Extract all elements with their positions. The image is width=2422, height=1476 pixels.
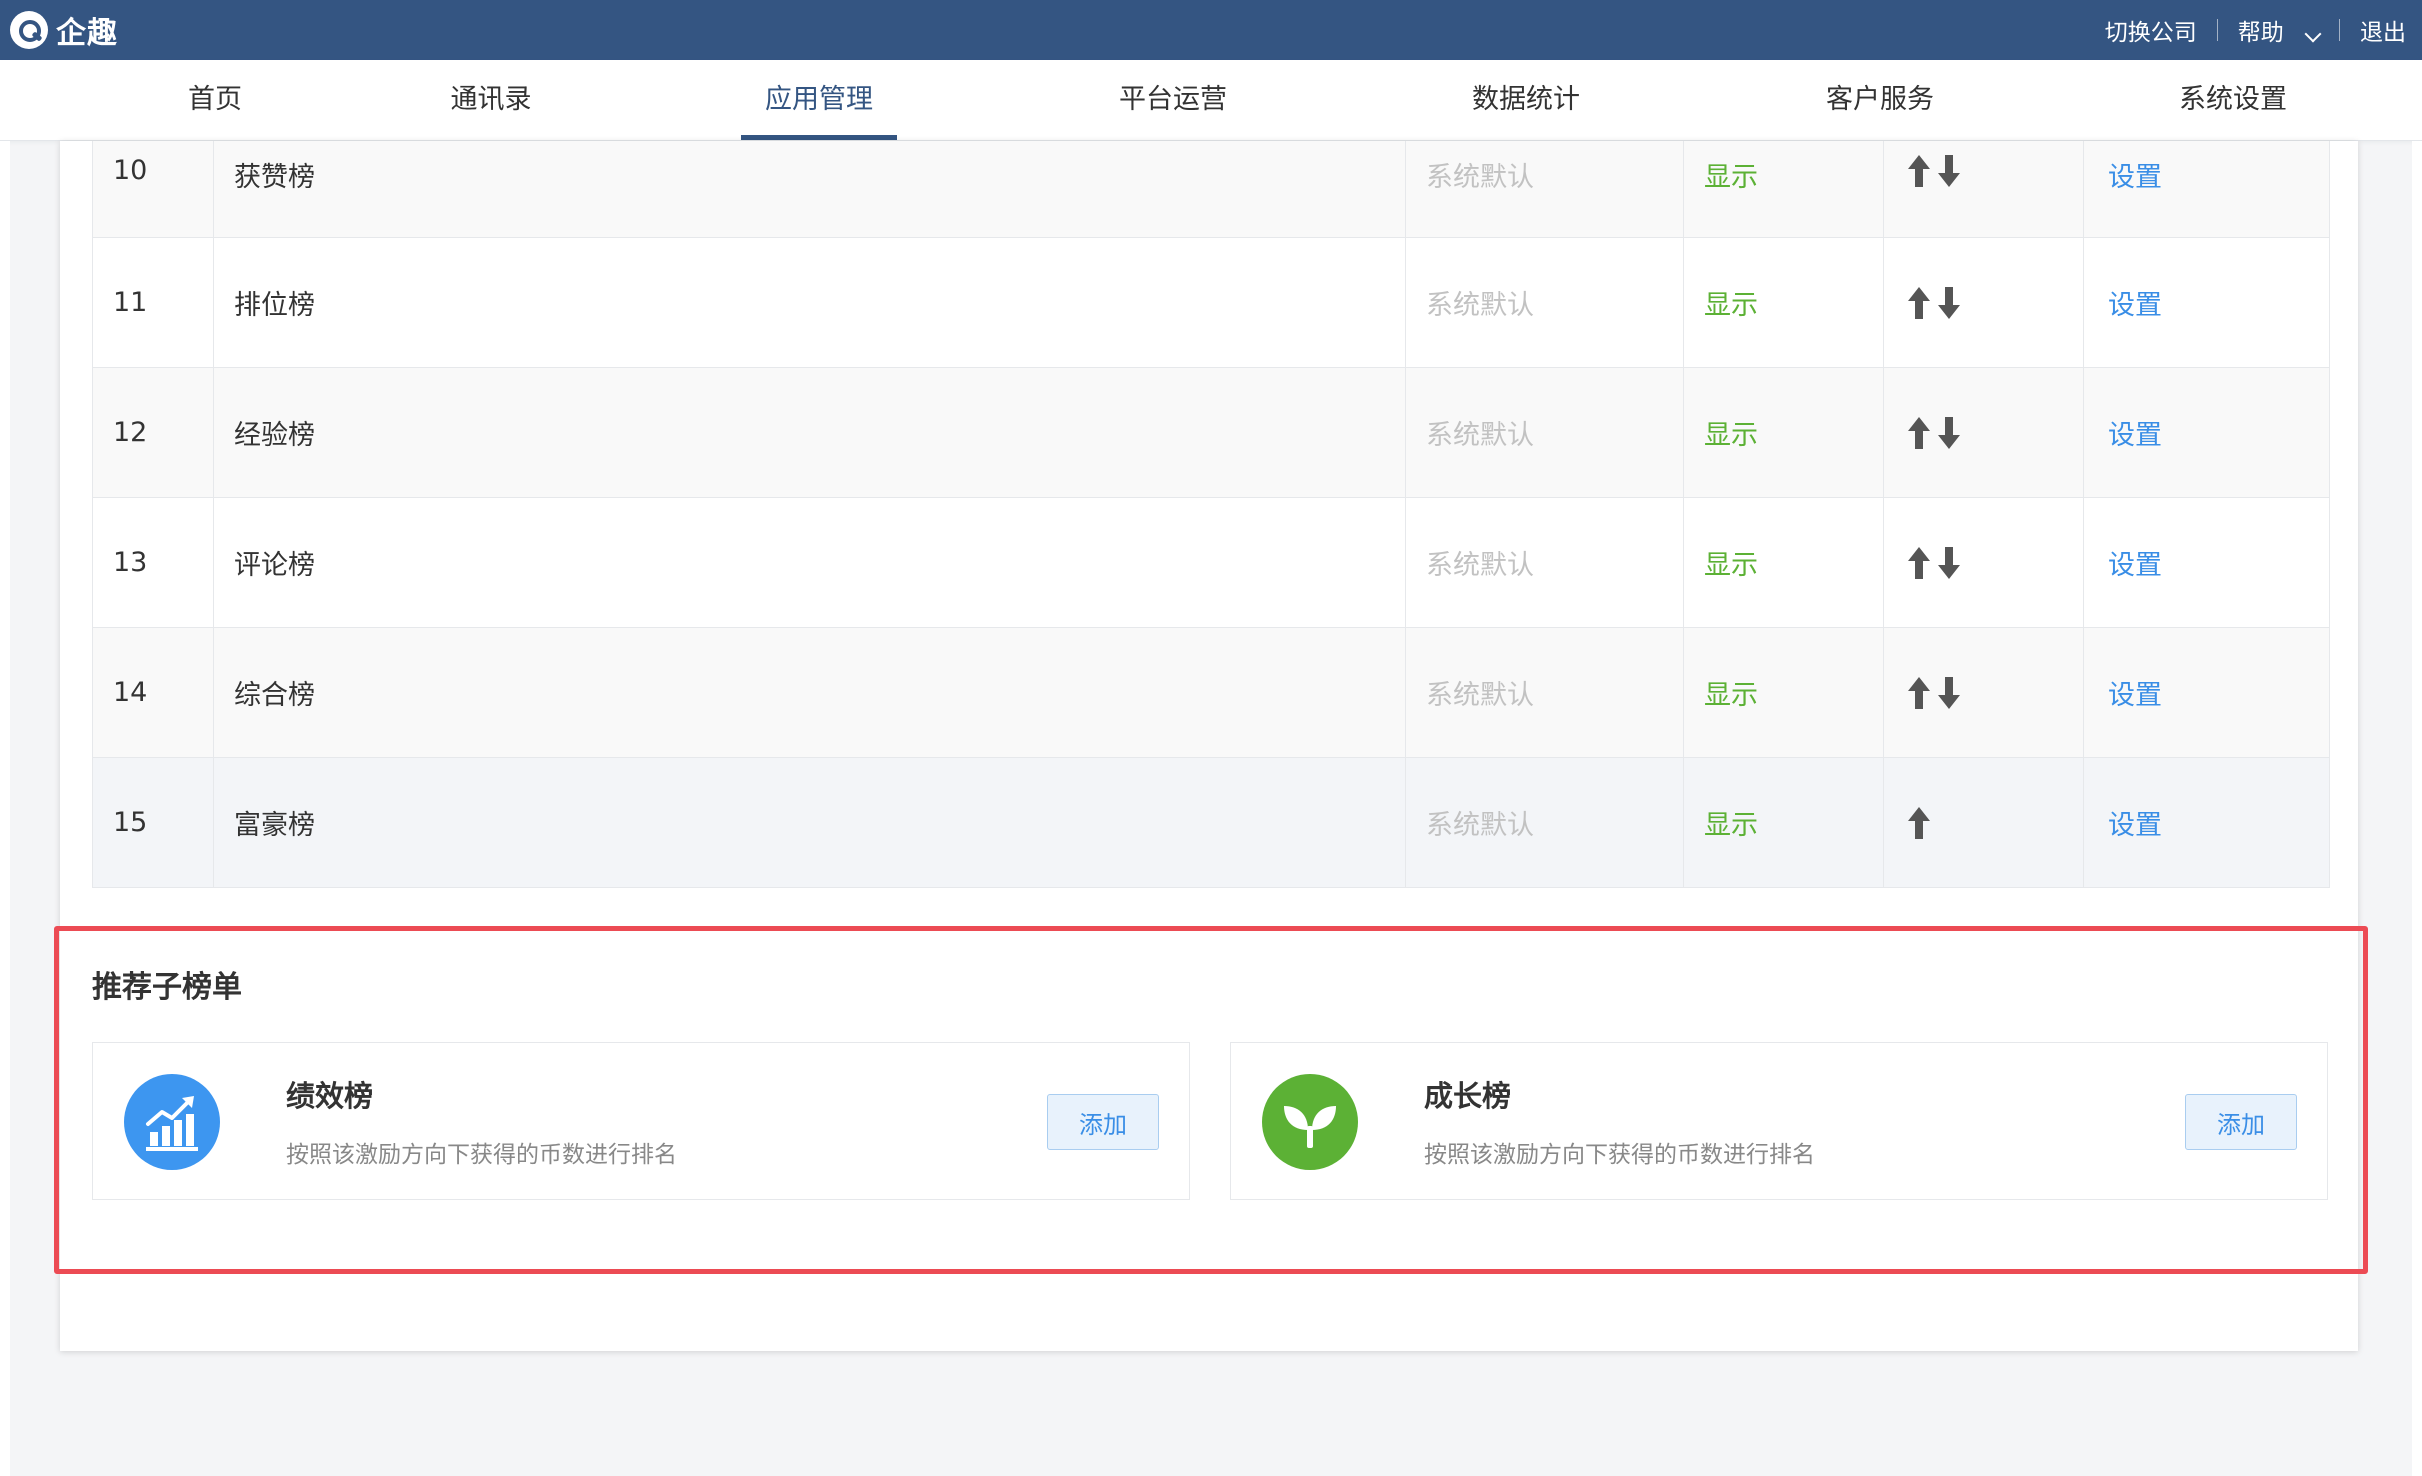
divider xyxy=(2339,19,2340,41)
arrow-down-icon[interactable] xyxy=(1938,286,1960,319)
main-nav: 首页 通讯录 应用管理 平台运营 数据统计 客户服务 系统设置 xyxy=(0,60,2422,141)
chevron-down-icon xyxy=(2304,25,2322,43)
row-index: 15 xyxy=(113,807,148,838)
row-sort xyxy=(1883,628,2083,757)
nav-platform-operations[interactable]: 平台运营 xyxy=(1119,60,1227,140)
help-label: 帮助 xyxy=(2237,20,2284,46)
row-name: 评论榜 xyxy=(213,498,1403,627)
row-name: 经验榜 xyxy=(213,368,1403,497)
row-settings-link[interactable]: 设置 xyxy=(2083,628,2329,757)
row-sort xyxy=(1883,758,2083,887)
sprout-icon xyxy=(1262,1074,1358,1170)
table-row: 13 评论榜 系统默认 显示 设置 xyxy=(93,497,2329,627)
row-type: 系统默认 xyxy=(1405,368,1683,497)
row-name: 富豪榜 xyxy=(213,758,1403,887)
row-status-toggle[interactable]: 显示 xyxy=(1683,368,1883,497)
leaderboard-table: 10 获赞榜 系统默认 显示 设置 11 排位榜 系统默认 显示 设置 12 经… xyxy=(92,141,2330,888)
row-index: 10 xyxy=(113,155,148,186)
table-row: 15 富豪榜 系统默认 显示 设置 xyxy=(93,757,2329,887)
arrow-up-icon[interactable] xyxy=(1908,155,1930,187)
row-status-toggle[interactable]: 显示 xyxy=(1683,628,1883,757)
card-description: 按照该激励方向下获得的币数进行排名 xyxy=(286,1142,677,1168)
row-type: 系统默认 xyxy=(1405,238,1683,367)
row-index: 13 xyxy=(113,547,148,578)
arrow-down-icon[interactable] xyxy=(1938,546,1960,579)
row-settings-link[interactable]: 设置 xyxy=(2083,758,2329,887)
row-type: 系统默认 xyxy=(1405,141,1683,237)
nav-home[interactable]: 首页 xyxy=(188,60,242,140)
top-bar: 企趣 切换公司 帮助 退出 xyxy=(0,0,2422,60)
arrow-down-icon[interactable] xyxy=(1938,416,1960,449)
row-index: 14 xyxy=(113,677,148,708)
row-status-toggle[interactable]: 显示 xyxy=(1683,141,1883,237)
recommend-section-title: 推荐子榜单 xyxy=(92,970,242,1005)
divider xyxy=(2216,19,2218,41)
table-row: 14 综合榜 系统默认 显示 设置 xyxy=(93,627,2329,757)
row-name: 排位榜 xyxy=(213,238,1403,367)
row-status-toggle[interactable]: 显示 xyxy=(1683,758,1883,887)
page-margin-left xyxy=(0,141,10,1476)
arrow-up-icon[interactable] xyxy=(1908,286,1930,319)
add-growth-button[interactable]: 添加 xyxy=(2185,1094,2297,1150)
recommend-card-performance: 绩效榜 按照该激励方向下获得的币数进行排名 添加 xyxy=(92,1042,1190,1200)
add-performance-button[interactable]: 添加 xyxy=(1047,1094,1159,1150)
row-index: 11 xyxy=(113,287,148,318)
row-name: 获赞榜 xyxy=(213,141,1403,237)
nav-system-settings[interactable]: 系统设置 xyxy=(2179,60,2287,140)
table-row: 11 排位榜 系统默认 显示 设置 xyxy=(93,237,2329,367)
row-sort xyxy=(1883,368,2083,497)
arrow-up-icon[interactable] xyxy=(1908,416,1930,449)
table-row: 12 经验榜 系统默认 显示 设置 xyxy=(93,367,2329,497)
row-sort xyxy=(1883,141,2083,237)
card-description: 按照该激励方向下获得的币数进行排名 xyxy=(1424,1142,1815,1168)
brand-logo-icon xyxy=(10,11,48,49)
switch-company-link[interactable]: 切换公司 xyxy=(2105,13,2197,47)
table-row: 10 获赞榜 系统默认 显示 设置 xyxy=(93,141,2329,237)
arrow-down-icon[interactable] xyxy=(1938,155,1960,187)
brand-name: 企趣 xyxy=(56,16,118,51)
row-status-toggle[interactable]: 显示 xyxy=(1683,238,1883,367)
card-title: 绩效榜 xyxy=(286,1079,374,1113)
arrow-down-icon[interactable] xyxy=(1938,676,1960,709)
row-name: 综合榜 xyxy=(213,628,1403,757)
row-settings-link[interactable]: 设置 xyxy=(2083,498,2329,627)
logout-link[interactable]: 退出 xyxy=(2360,13,2406,47)
nav-customer-service[interactable]: 客户服务 xyxy=(1826,60,1934,140)
brand[interactable]: 企趣 xyxy=(10,10,118,51)
recommend-card-growth: 成长榜 按照该激励方向下获得的币数进行排名 添加 xyxy=(1230,1042,2328,1200)
row-type: 系统默认 xyxy=(1405,498,1683,627)
nav-contacts[interactable]: 通讯录 xyxy=(451,60,532,140)
nav-app-management[interactable]: 应用管理 xyxy=(741,60,897,140)
arrow-up-icon[interactable] xyxy=(1908,676,1930,709)
row-status-toggle[interactable]: 显示 xyxy=(1683,498,1883,627)
top-actions: 切换公司 帮助 退出 xyxy=(2105,0,2406,60)
card-title: 成长榜 xyxy=(1424,1079,1512,1113)
row-settings-link[interactable]: 设置 xyxy=(2083,238,2329,367)
nav-data-statistics[interactable]: 数据统计 xyxy=(1472,60,1580,140)
arrow-up-icon[interactable] xyxy=(1908,806,1930,839)
row-sort xyxy=(1883,238,2083,367)
row-sort xyxy=(1883,498,2083,627)
row-settings-link[interactable]: 设置 xyxy=(2083,368,2329,497)
row-settings-link[interactable]: 设置 xyxy=(2083,141,2329,237)
chart-growth-icon xyxy=(124,1074,220,1170)
arrow-up-icon[interactable] xyxy=(1908,546,1930,579)
help-menu[interactable]: 帮助 xyxy=(2237,13,2322,47)
row-type: 系统默认 xyxy=(1405,758,1683,887)
row-index: 12 xyxy=(113,417,148,448)
row-type: 系统默认 xyxy=(1405,628,1683,757)
page-margin-right xyxy=(2412,141,2422,1476)
